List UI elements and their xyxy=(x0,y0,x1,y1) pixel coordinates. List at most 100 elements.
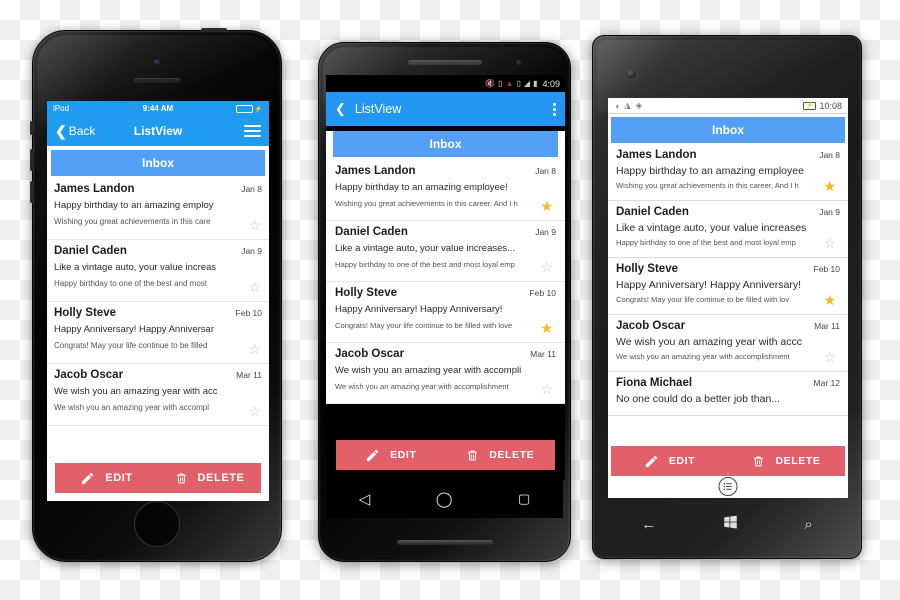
message-preview: Wishing you great achievements in this c… xyxy=(335,199,518,208)
sender-name: Holly Steve xyxy=(54,307,116,319)
message-date: Jan 8 xyxy=(819,150,840,160)
list-item[interactable]: James Landon Jan 8 Happy birthday to an a… xyxy=(326,160,565,221)
message-subject: Happy birthday to an amazing employee xyxy=(616,165,804,177)
windows-action-bar: EDIT DELETE xyxy=(611,446,845,476)
windows-front-camera xyxy=(625,68,637,80)
sender-name: Jacob Oscar xyxy=(616,320,686,332)
android-content: Inbox James Landon Jan 8 Happy birthday t… xyxy=(326,131,565,404)
android-app-bar: ❮ ListView xyxy=(326,92,565,126)
list-item[interactable]: Jacob Oscar Mar 11 We wish you an amazing… xyxy=(326,343,565,404)
star-icon[interactable]: ☆ xyxy=(823,236,836,250)
star-icon[interactable]: ☆ xyxy=(248,404,261,418)
edit-button[interactable]: EDIT xyxy=(611,454,728,469)
android-home-icon[interactable]: ◯ xyxy=(436,490,453,508)
iphone-volume-up-button[interactable] xyxy=(30,149,34,171)
delete-button[interactable]: DELETE xyxy=(728,454,845,469)
list-item[interactable]: Holly Steve Feb 10 Happy Anniversary! Hap… xyxy=(326,282,565,343)
message-date: Feb 10 xyxy=(529,288,556,298)
ios-inbox-banner[interactable]: Inbox xyxy=(51,150,265,176)
edit-label: EDIT xyxy=(390,449,417,461)
message-subject: Happy birthday to an amazing employ xyxy=(54,200,214,211)
iphone-volume-down-button[interactable] xyxy=(30,181,34,203)
sim2-signal-icon: ▯ xyxy=(516,78,521,88)
star-icon[interactable]: ☆ xyxy=(540,382,553,396)
windows-phone-device: ◑ ◮ ◈ ⚡ 10:08 Inbox James Landon Jan 8 Ha… xyxy=(592,35,862,559)
windows-inbox-banner[interactable]: Inbox xyxy=(611,117,845,143)
back-chevron-icon[interactable]: ❮ xyxy=(335,101,346,117)
list-item[interactable]: James Landon Jan 8 Happy birthday to an a… xyxy=(608,144,848,201)
message-subject: Happy birthday to an amazing employee! xyxy=(335,182,508,193)
windows-back-icon[interactable]: ← xyxy=(641,516,656,533)
edit-button[interactable]: EDIT xyxy=(336,448,446,463)
android-front-camera xyxy=(516,60,522,66)
windows-search-icon[interactable]: ⌕ xyxy=(804,516,812,533)
windows-mail-list: James Landon Jan 8 Happy birthday to an a… xyxy=(608,144,848,416)
star-icon[interactable]: ★ xyxy=(823,293,836,307)
windows-clock: 10:08 xyxy=(819,100,842,111)
list-item[interactable]: Daniel Caden Jan 9 Like a vintage auto, y… xyxy=(47,240,269,302)
ios-status-bar: iPod 9:44 AM ⚡ xyxy=(47,101,269,116)
android-screen: 🔇 ▯ ▲ ▯ ◢ ▮ 4:09 ❮ ListView Inbox James … xyxy=(326,75,565,480)
android-bottom-grip xyxy=(396,540,493,545)
star-icon[interactable]: ☆ xyxy=(248,280,261,294)
windows-start-icon[interactable] xyxy=(723,514,738,534)
android-inbox-banner[interactable]: Inbox xyxy=(333,131,558,157)
message-date: Feb 10 xyxy=(813,264,840,274)
star-icon[interactable]: ☆ xyxy=(540,260,553,274)
star-icon[interactable]: ☆ xyxy=(823,350,836,364)
delete-button[interactable]: DELETE xyxy=(446,448,556,463)
list-item[interactable]: Daniel Caden Jan 9 Like a vintage auto, y… xyxy=(326,221,565,282)
message-date: Jan 9 xyxy=(819,207,840,217)
ios-action-bar: EDIT DELETE xyxy=(55,463,261,493)
windows-status-right: ⚡ 10:08 xyxy=(803,101,842,111)
list-item[interactable]: Fiona Michael Mar 12 No one could do a be… xyxy=(608,372,848,416)
message-subject: We wish you an amazing year with accc xyxy=(616,336,802,348)
mute-icon: 🔇 xyxy=(485,78,496,88)
android-earpiece-speaker xyxy=(407,60,482,65)
message-preview: Wishing you great achievements in this c… xyxy=(616,181,799,190)
star-icon[interactable]: ★ xyxy=(540,321,553,335)
message-preview: Congrats! May your life continue to be f… xyxy=(616,295,790,304)
message-preview: We wish you an amazing year with accompl xyxy=(54,403,210,412)
list-item[interactable]: Holly Steve Feb 10 Happy Anniversary! Hap… xyxy=(47,302,269,364)
delete-button[interactable]: DELETE xyxy=(158,471,261,486)
message-subject: We wish you an amazing year with accompl… xyxy=(335,365,522,376)
iphone-ring-switch[interactable] xyxy=(30,121,34,135)
message-date: Mar 12 xyxy=(813,378,840,388)
star-icon[interactable]: ☆ xyxy=(248,218,261,232)
message-subject: Happy Anniversary! Happy Anniversary! xyxy=(335,304,503,315)
iphone-home-button[interactable] xyxy=(134,501,180,547)
message-preview: We wish you an amazing year with accompl… xyxy=(616,352,790,361)
battery-icon: ⚡ xyxy=(803,101,817,110)
sender-name: James Landon xyxy=(54,183,135,195)
iphone-power-button[interactable] xyxy=(201,28,227,32)
edit-button[interactable]: EDIT xyxy=(55,471,158,486)
hamburger-menu-icon[interactable] xyxy=(244,122,261,140)
list-item[interactable]: James Landon Jan 8 Happy birthday to an a… xyxy=(47,178,269,240)
star-icon[interactable]: ★ xyxy=(540,199,553,213)
iphone-device: iPod 9:44 AM ⚡ ❮ Back ListView Inbox Jam… xyxy=(30,28,282,562)
android-recents-icon[interactable]: ▢ xyxy=(518,491,530,507)
message-preview: Happy birthday to one of the best and mo… xyxy=(54,279,207,288)
list-item[interactable]: Holly Steve Feb 10 Happy Anniversary! Hap… xyxy=(608,258,848,315)
android-back-icon[interactable]: ◁ xyxy=(359,490,371,508)
star-icon[interactable]: ★ xyxy=(823,179,836,193)
trash-icon xyxy=(754,456,764,466)
overflow-menu-icon[interactable] xyxy=(553,102,556,116)
list-item[interactable]: Daniel Caden Jan 9 Like a vintage auto, y… xyxy=(608,201,848,258)
windows-more-options-button[interactable] xyxy=(718,477,738,496)
iphone-screen: iPod 9:44 AM ⚡ ❮ Back ListView Inbox Jam… xyxy=(47,101,269,501)
battery-icon: ▮ xyxy=(533,78,538,88)
sender-name: Holly Steve xyxy=(335,287,397,299)
message-preview: Happy birthday to one of the best and mo… xyxy=(616,238,796,247)
message-date: Mar 11 xyxy=(236,370,262,380)
message-date: Jan 8 xyxy=(241,184,262,194)
delete-label: DELETE xyxy=(197,472,245,484)
sender-name: Daniel Caden xyxy=(54,245,127,257)
sender-name: Daniel Caden xyxy=(616,206,689,218)
android-device: 🔇 ▯ ▲ ▯ ◢ ▮ 4:09 ❮ ListView Inbox James … xyxy=(318,42,571,562)
star-icon[interactable]: ☆ xyxy=(248,342,261,356)
message-preview: We wish you an amazing year with accompl… xyxy=(335,382,509,391)
list-item[interactable]: Jacob Oscar Mar 11 We wish you an amazing… xyxy=(608,315,848,372)
list-item[interactable]: Jacob Oscar Mar 11 We wish you an amazing… xyxy=(47,364,269,426)
